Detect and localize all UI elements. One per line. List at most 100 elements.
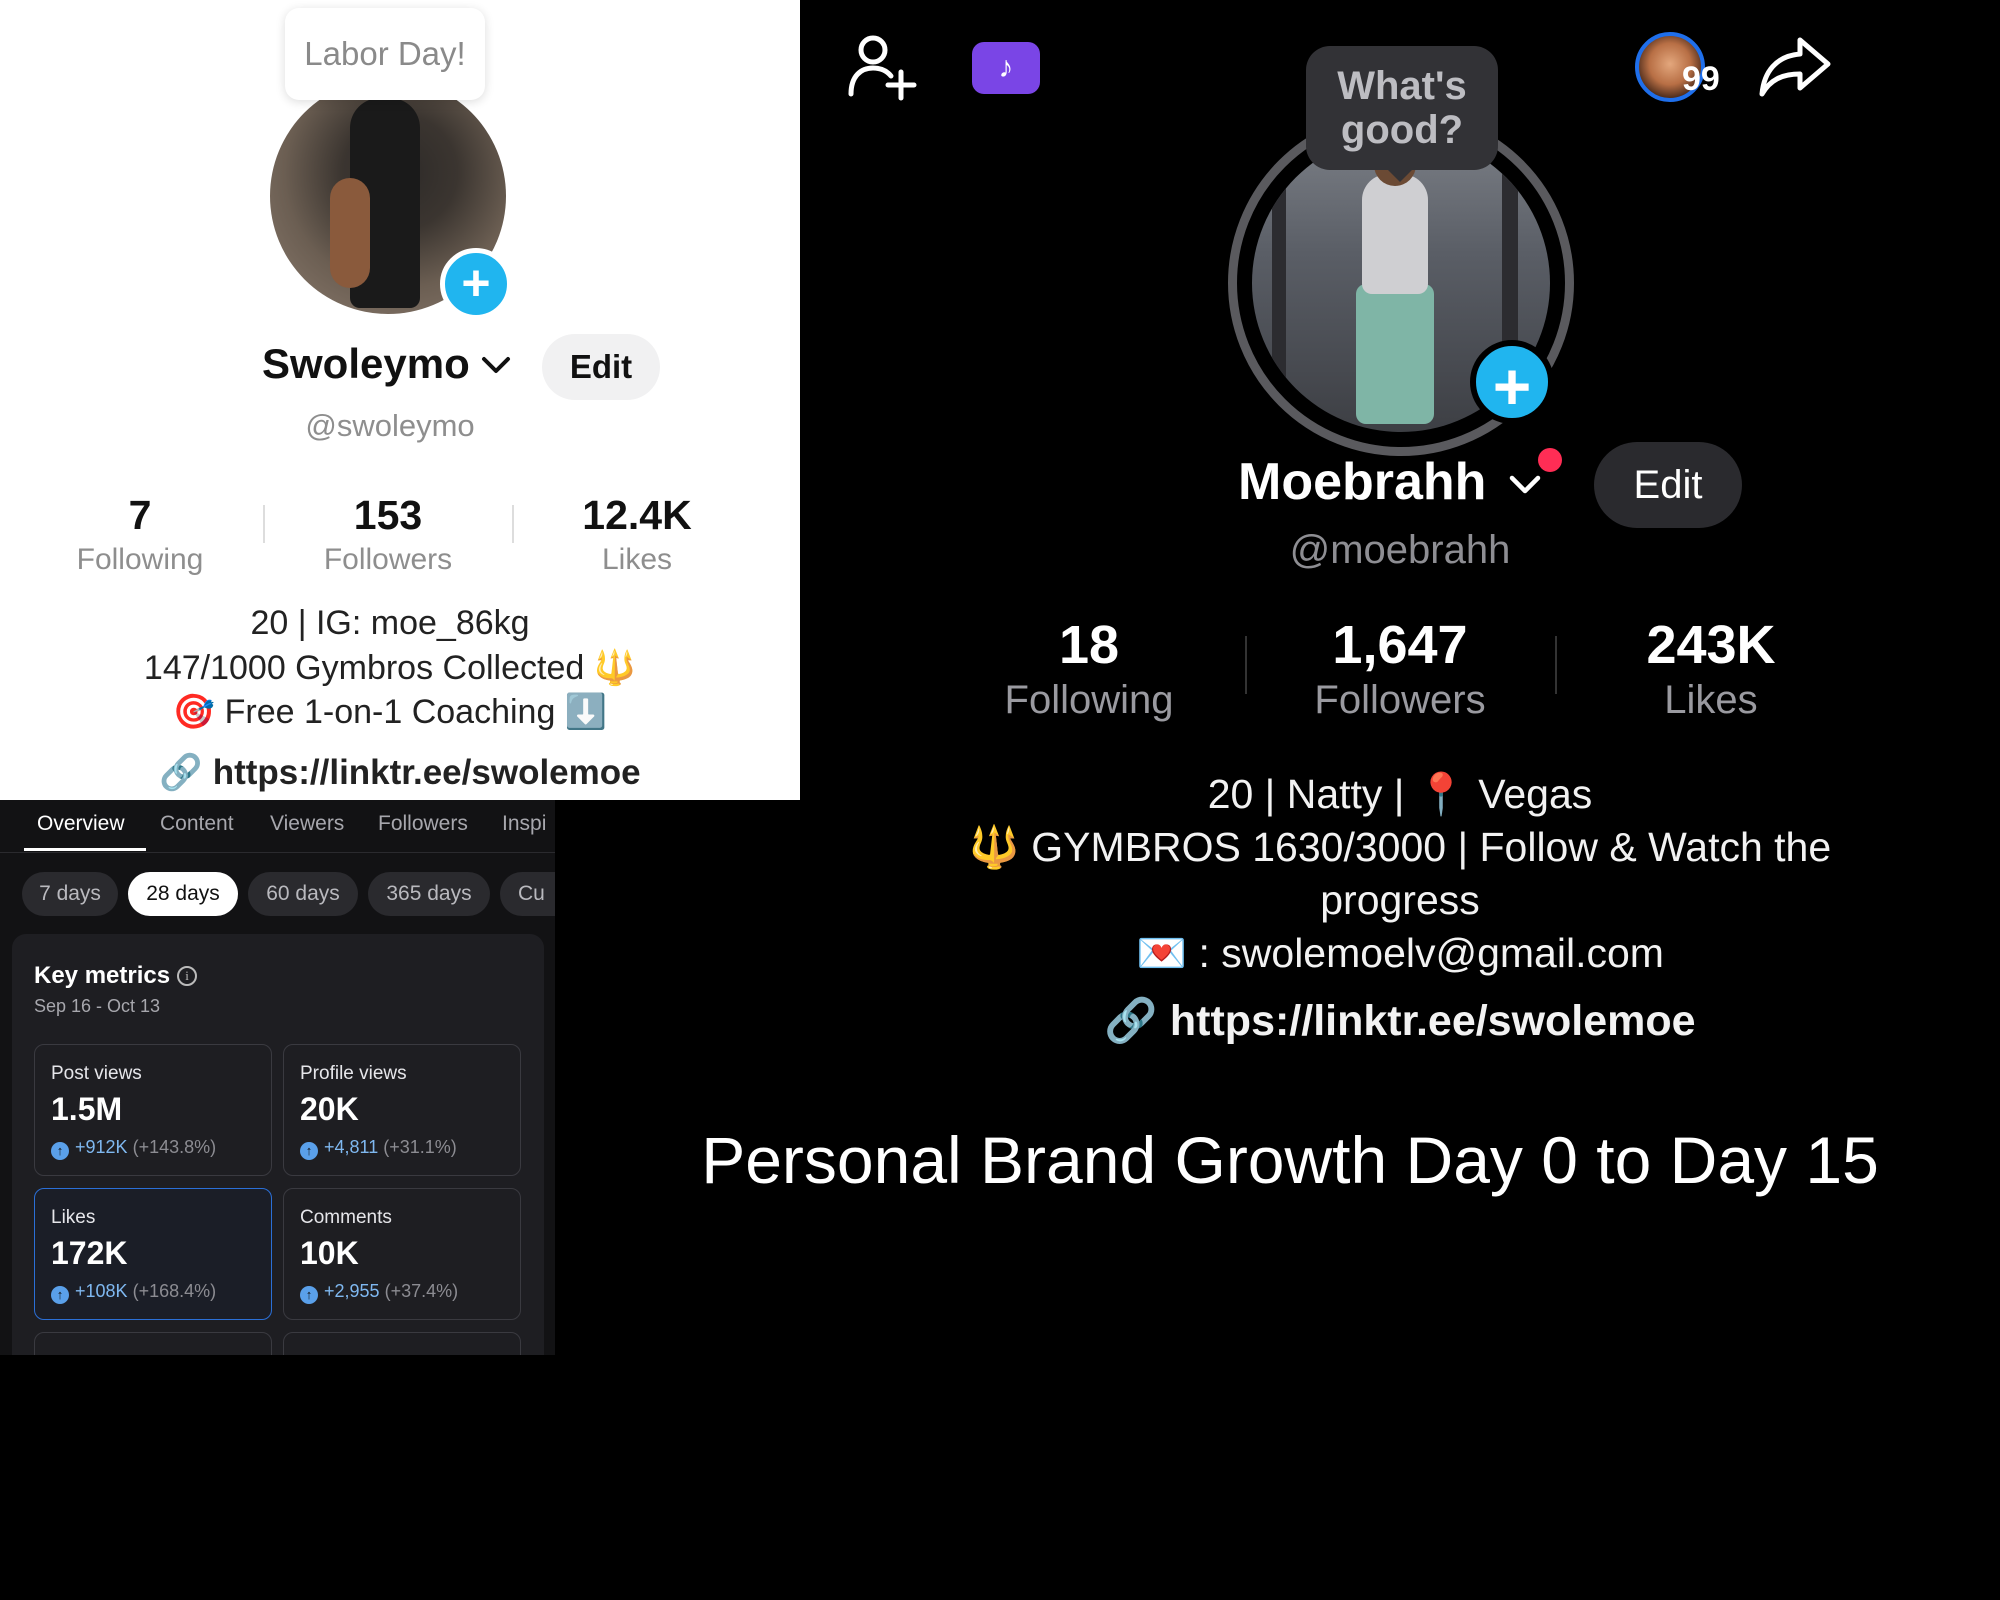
notification-dot	[1538, 448, 1562, 472]
profile-name: Swoleymo	[262, 340, 470, 387]
stat-likes[interactable]: 12.4K Likes	[527, 492, 747, 577]
range-60-days[interactable]: 60 days	[248, 872, 358, 916]
avatar-legs	[1356, 284, 1434, 424]
bio-line: 🎯 Free 1-on-1 Coaching ⬇️	[172, 693, 608, 731]
arrow-up-icon: ↑	[51, 1286, 69, 1304]
chevron-down-icon[interactable]	[480, 350, 512, 380]
edit-profile-button[interactable]: Edit	[542, 334, 660, 400]
share-icon[interactable]	[1758, 34, 1832, 98]
date-range: Sep 16 - Oct 13	[34, 996, 161, 1016]
link-icon: 🔗	[159, 753, 203, 792]
delta-percent: (+143.8%)	[132, 1137, 217, 1157]
arrow-up-icon: ↑	[300, 1142, 318, 1160]
delta-percent: (+37.4%)	[384, 1281, 459, 1301]
profile-handle: @swoleymo	[305, 408, 475, 443]
range-custom[interactable]: Cu	[500, 872, 555, 916]
stat-label: Followers	[1314, 678, 1486, 722]
metric-label: Profile views	[300, 1063, 407, 1084]
metric-post-views[interactable]: Post views 1.5M ↑ +912K (+143.8%)	[34, 1044, 272, 1176]
stat-divider	[1245, 636, 1247, 694]
avatar-arm	[330, 178, 370, 288]
metric-label: Likes	[51, 1207, 96, 1228]
add-story-icon[interactable]: +	[440, 248, 512, 320]
metric-delta: ↑ +912K (+143.8%)	[51, 1137, 216, 1160]
bio-line: 🔱 GYMBROS 1630/3000 | Follow & Watch the	[968, 824, 1832, 870]
add-story-icon[interactable]: +	[1470, 340, 1554, 424]
bio-link-text: https://linktr.ee/swolemoe	[1169, 997, 1696, 1045]
add-friend-icon[interactable]	[845, 32, 919, 102]
arrow-up-icon: ↑	[300, 1286, 318, 1304]
tiktok-note-icon: ♪	[998, 51, 1014, 84]
stat-following[interactable]: 7 Following	[30, 492, 250, 577]
metric-label: Comments	[300, 1207, 392, 1228]
delta-value: +4,811	[324, 1137, 379, 1157]
stat-label: Following	[76, 543, 204, 576]
delta-percent: (+168.4%)	[132, 1281, 217, 1301]
delta-value: +2,955	[324, 1281, 380, 1301]
caption-text: Personal Brand Growth Day 0 to Day 15	[701, 1123, 1879, 1197]
key-metrics-title: Key metrics	[34, 962, 171, 989]
metric-delta: ↑ +2,955 (+37.4%)	[300, 1281, 458, 1304]
bio-link-text: https://linktr.ee/swolemoe	[212, 753, 641, 792]
metric-value: 172K	[51, 1235, 128, 1271]
stat-divider	[1555, 636, 1557, 694]
stat-value: 243K	[1646, 615, 1776, 675]
bio-line: 147/1000 Gymbros Collected 🔱	[143, 649, 637, 687]
stat-following[interactable]: 18 Following	[939, 614, 1239, 723]
bio-line: 20 | Natty | 📍 Vegas	[1207, 771, 1593, 817]
stat-value: 12.4K	[582, 492, 692, 538]
status-bubble[interactable]: Labor Day!	[285, 8, 485, 100]
stat-divider	[263, 505, 265, 543]
range-365-days[interactable]: 365 days	[368, 872, 490, 916]
tab-followers[interactable]: Followers	[378, 812, 468, 836]
stat-value: 153	[353, 492, 423, 538]
stat-label: Followers	[323, 543, 453, 576]
tab-overview[interactable]: Overview	[37, 812, 125, 836]
bio-line: 20 | IG: moe_86kg	[250, 604, 530, 642]
tab-inspiration[interactable]: Inspi	[502, 812, 546, 836]
metric-likes[interactable]: Likes 172K ↑ +108K (+168.4%)	[34, 1188, 272, 1320]
stat-value: 18	[1058, 615, 1120, 675]
profile-name: Moebrahh	[1238, 453, 1487, 511]
tab-content[interactable]: Content	[160, 812, 234, 836]
stat-likes[interactable]: 243K Likes	[1561, 614, 1861, 723]
bio-link[interactable]: 🔗 https://linktr.ee/swolemoe	[0, 752, 800, 793]
active-tab-indicator	[24, 848, 146, 851]
bubble-tail	[1386, 168, 1414, 182]
metric-profile-views[interactable]: Profile views 20K ↑ +4,811 (+31.1%)	[283, 1044, 521, 1176]
analytics-tabs: Overview Content Viewers Followers Inspi	[0, 800, 555, 853]
edit-profile-button[interactable]: Edit	[1594, 442, 1742, 528]
delta-value: +912K	[75, 1137, 128, 1157]
chevron-down-icon[interactable]	[1508, 470, 1542, 498]
link-icon: 🔗	[1104, 997, 1158, 1045]
bio-line: 💌 : swolemoelv@gmail.com	[1136, 930, 1664, 976]
notification-count: 99	[1682, 60, 1720, 98]
profile-handle: @moebrahh	[1289, 528, 1511, 572]
delta-value: +108K	[75, 1281, 128, 1301]
metric-card-partial[interactable]	[283, 1332, 521, 1355]
info-icon[interactable]: i	[177, 966, 197, 986]
metric-delta: ↑ +4,811 (+31.1%)	[300, 1137, 457, 1160]
delta-percent: (+31.1%)	[383, 1137, 457, 1157]
metric-value: 20K	[300, 1091, 359, 1127]
avatar-bg-bar	[1272, 134, 1286, 432]
arrow-up-icon: ↑	[51, 1142, 69, 1160]
analytics-panel: Overview Content Viewers Followers Inspi…	[0, 800, 555, 1355]
metric-comments[interactable]: Comments 10K ↑ +2,955 (+37.4%)	[283, 1188, 521, 1320]
metric-label: Post views	[51, 1063, 142, 1084]
bio-line: progress	[1320, 877, 1480, 923]
status-bubble[interactable]: What's good?	[1306, 46, 1498, 170]
stat-value: 1,647	[1332, 615, 1468, 675]
stat-label: Likes	[601, 543, 673, 576]
bio-link[interactable]: 🔗 https://linktr.ee/swolemoe	[890, 996, 1910, 1046]
metric-value: 10K	[300, 1235, 359, 1271]
range-28-days[interactable]: 28 days	[128, 872, 238, 916]
tab-viewers[interactable]: Viewers	[270, 812, 344, 836]
range-7-days[interactable]: 7 days	[22, 872, 118, 916]
stat-followers[interactable]: 1,647 Followers	[1250, 614, 1550, 723]
stat-followers[interactable]: 153 Followers	[278, 492, 498, 577]
stat-divider	[512, 505, 514, 543]
metric-card-partial[interactable]	[34, 1332, 272, 1355]
metric-delta: ↑ +108K (+168.4%)	[51, 1281, 216, 1304]
metric-value: 1.5M	[51, 1091, 123, 1127]
